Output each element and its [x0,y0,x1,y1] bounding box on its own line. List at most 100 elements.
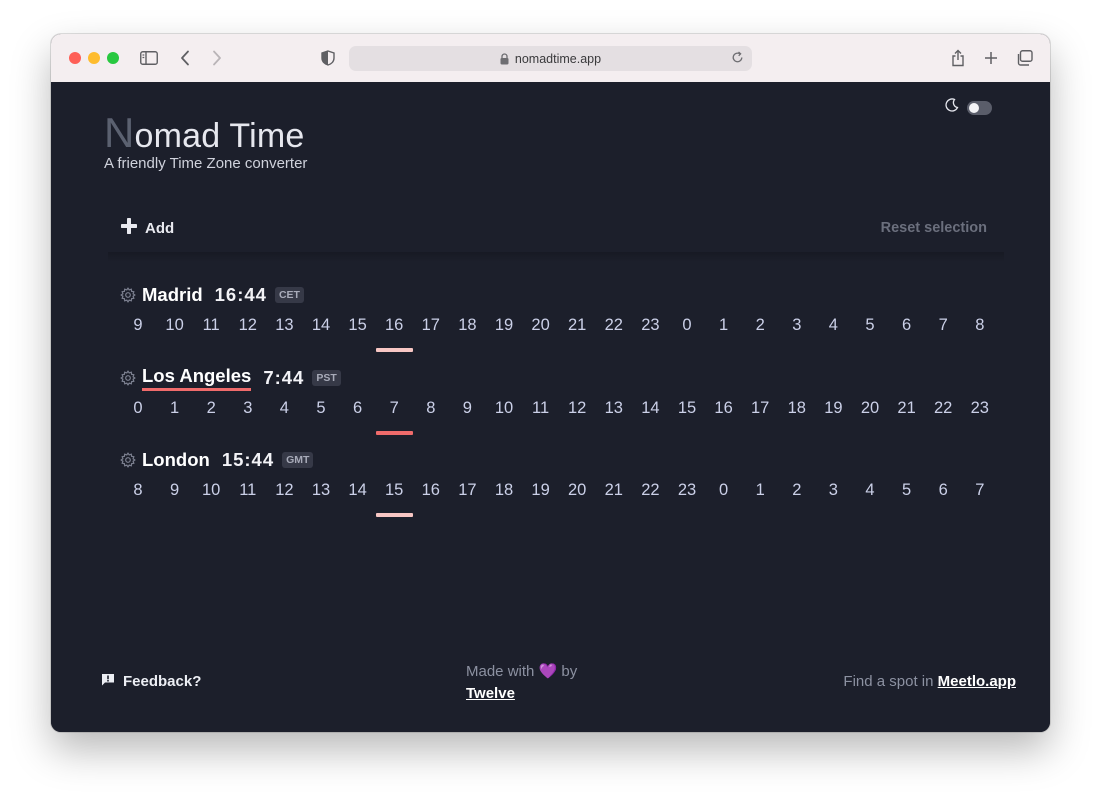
hour-cell[interactable]: 14 [340,481,376,500]
city-name[interactable]: Los Angeles [142,365,252,391]
maker-link[interactable]: Twelve [466,683,577,705]
forward-icon[interactable] [205,46,229,70]
hour-cell[interactable]: 21 [889,399,925,418]
add-button[interactable]: Add [121,218,174,238]
minimize-window-button[interactable] [88,52,100,64]
hour-cell[interactable]: 16 [413,481,449,500]
back-icon[interactable] [173,46,197,70]
gear-icon[interactable] [120,452,136,468]
hour-cell[interactable]: 9 [449,399,485,418]
hour-cell[interactable]: 15 [340,316,376,335]
hour-cell[interactable]: 20 [852,399,888,418]
feedback-link[interactable]: Feedback? [101,673,201,690]
hour-cell[interactable]: 1 [742,481,778,500]
hour-cell[interactable]: 10 [193,481,229,500]
hour-cell[interactable]: 4 [852,481,888,500]
hour-cell[interactable]: 14 [303,316,339,335]
reload-icon[interactable] [731,51,744,64]
hour-cell[interactable]: 17 [449,481,485,500]
hour-cell[interactable]: 6 [925,481,961,500]
hour-cell[interactable]: 13 [596,399,632,418]
hour-cell[interactable]: 22 [596,316,632,335]
hour-cell[interactable]: 8 [120,481,156,500]
hour-cell[interactable]: 10 [157,316,193,335]
gear-icon[interactable] [120,370,136,386]
new-tab-icon[interactable] [979,46,1003,70]
hour-cell[interactable]: 9 [157,481,193,500]
hour-cell[interactable]: 21 [559,316,595,335]
hour-cell[interactable]: 7 [376,399,412,418]
hour-cell[interactable]: 15 [669,399,705,418]
hour-cell[interactable]: 18 [486,481,522,500]
hour-cell[interactable]: 20 [523,316,559,335]
hour-cell[interactable]: 2 [779,481,815,500]
hour-cell[interactable]: 4 [815,316,851,335]
heart-icon: 💜 [538,663,558,680]
hour-cell[interactable]: 12 [266,481,302,500]
hour-cell[interactable]: 8 [413,399,449,418]
hour-cell[interactable]: 16 [706,399,742,418]
hour-cell[interactable]: 4 [266,399,302,418]
zoom-window-button[interactable] [107,52,119,64]
gear-icon[interactable] [120,287,136,303]
hour-cell[interactable]: 22 [632,481,668,500]
hour-cell[interactable]: 11 [230,481,266,500]
hour-cell[interactable]: 22 [925,399,961,418]
hour-cell[interactable]: 1 [157,399,193,418]
hour-cell[interactable]: 1 [706,316,742,335]
hour-cell[interactable]: 20 [559,481,595,500]
city-name[interactable]: London [142,449,210,471]
tabs-overview-icon[interactable] [1012,46,1036,70]
hour-cell[interactable]: 3 [815,481,851,500]
hour-cell[interactable]: 17 [742,399,778,418]
hour-cell[interactable]: 19 [815,399,851,418]
hour-cell[interactable]: 2 [193,399,229,418]
city-name[interactable]: Madrid [142,284,203,306]
reset-selection-button[interactable]: Reset selection [881,220,987,236]
sidebar-icon[interactable] [137,46,161,70]
hour-cell[interactable]: 5 [303,399,339,418]
hour-cell[interactable]: 17 [413,316,449,335]
share-icon[interactable] [946,46,970,70]
hour-cell[interactable]: 6 [889,316,925,335]
timezone-badge: CET [274,287,304,303]
hour-cell[interactable]: 10 [486,399,522,418]
close-window-button[interactable] [69,52,81,64]
hour-cell[interactable]: 18 [779,399,815,418]
hour-cell[interactable]: 11 [523,399,559,418]
hour-cell[interactable]: 21 [596,481,632,500]
hour-cell[interactable]: 19 [486,316,522,335]
hour-cell[interactable]: 16 [376,316,412,335]
hour-cell[interactable]: 6 [340,399,376,418]
hour-cell[interactable]: 14 [632,399,668,418]
hour-cell[interactable]: 8 [962,316,998,335]
current-hour-marker [376,513,414,517]
meetlo-link[interactable]: Meetlo.app [938,673,1016,690]
hour-cell[interactable]: 13 [266,316,302,335]
dark-mode-switch[interactable] [967,100,992,115]
hour-cell[interactable]: 9 [120,316,156,335]
hour-cell[interactable]: 0 [706,481,742,500]
hour-cell[interactable]: 18 [449,316,485,335]
hour-cell[interactable]: 13 [303,481,339,500]
hour-cell[interactable]: 3 [230,399,266,418]
address-bar[interactable]: nomadtime.app [349,46,752,71]
hour-cell[interactable]: 11 [193,316,229,335]
hour-cell[interactable]: 12 [230,316,266,335]
hour-cell[interactable]: 23 [962,399,998,418]
hour-cell[interactable]: 5 [852,316,888,335]
hour-cell[interactable]: 23 [632,316,668,335]
hour-cell[interactable]: 15 [376,481,412,500]
shield-icon[interactable] [316,46,340,70]
hour-cell[interactable]: 7 [925,316,961,335]
hour-cell[interactable]: 7 [962,481,998,500]
theme-toggle[interactable] [945,98,992,117]
hour-cell[interactable]: 19 [523,481,559,500]
hour-cell[interactable]: 3 [779,316,815,335]
hour-cell[interactable]: 12 [559,399,595,418]
hour-cell[interactable]: 0 [120,399,156,418]
hour-cell[interactable]: 2 [742,316,778,335]
hour-cell[interactable]: 5 [889,481,925,500]
hour-cell[interactable]: 23 [669,481,705,500]
hour-cell[interactable]: 0 [669,316,705,335]
